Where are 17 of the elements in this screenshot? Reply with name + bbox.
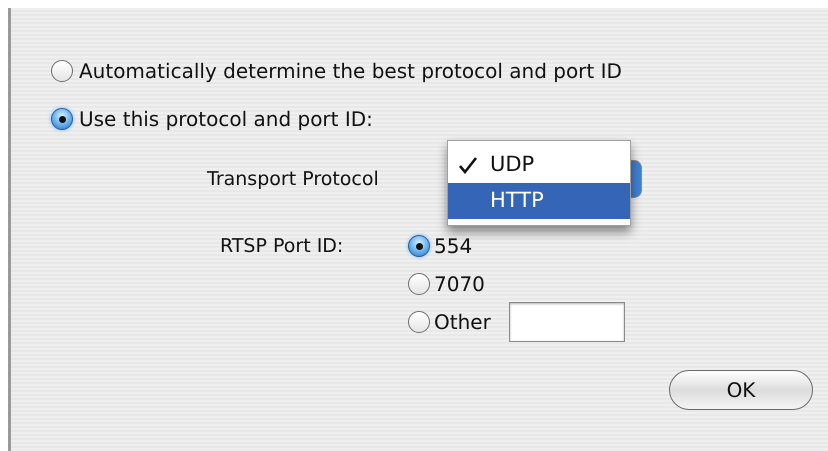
radio-button[interactable] [408,273,430,295]
option-label: Automatically determine the best protocol and port ID [79,60,622,82]
radio-button[interactable] [51,60,73,82]
menu-item[interactable]: UDP [448,147,630,183]
port-option-label: 7070 [434,271,485,298]
ok-button[interactable]: OK [669,370,813,410]
transport-protocol-label: Transport Protocol [207,166,380,192]
rtsp-port-label: RTSP Port ID: [220,234,344,259]
port-option-label: Other [434,309,491,336]
port-option-label: 554 [434,233,472,260]
radio-button[interactable] [51,108,73,130]
checkmark-icon [458,156,478,174]
option-label: Use this protocol and port ID: [79,108,373,130]
radio-button[interactable] [408,235,430,257]
menu-item[interactable]: HTTP [448,183,630,219]
radio-button[interactable] [408,311,430,333]
port-input-field[interactable] [508,302,625,342]
